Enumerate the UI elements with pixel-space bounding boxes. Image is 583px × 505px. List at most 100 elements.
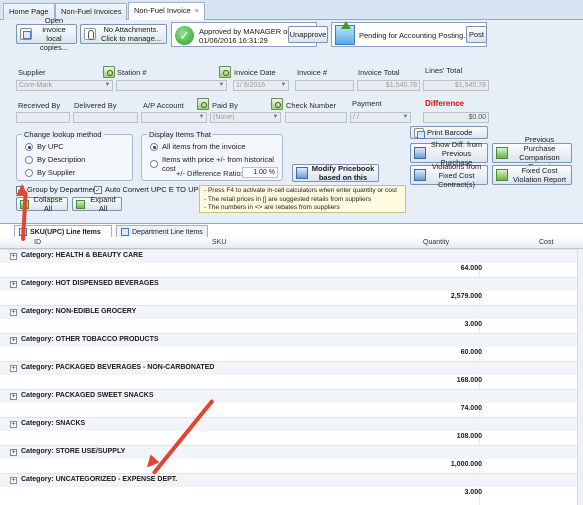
received-by-field[interactable] — [16, 112, 70, 123]
ap-account-lookup-icon[interactable] — [197, 98, 209, 110]
invoice-number-label: Invoice # — [297, 68, 328, 77]
chevron-down-icon: ▼ — [272, 114, 279, 120]
radio-all-items[interactable]: All items from the invoice — [150, 142, 245, 151]
ratio-field[interactable]: 1.00 % — [242, 167, 278, 178]
category-label: Category: NON-EDIBLE GROCERY — [21, 308, 137, 315]
previous-purchase-report-button[interactable]: Previous Purchase Comparison Report — [492, 135, 572, 171]
button-label: Collapse All — [33, 195, 63, 213]
quantity-total: 108.000 — [456, 433, 482, 440]
paid-by-field[interactable]: (None) ▼ — [210, 112, 281, 123]
lookup-method-group: Change lookup method By UPC By Descripti… — [16, 130, 133, 181]
violations-button[interactable]: Violations from Fixed Cost Contract(s) — [410, 162, 488, 189]
category-row[interactable]: + Category: STORE USE/SUPPLY — [0, 445, 583, 459]
pricebook-icon — [296, 167, 308, 179]
modify-pricebook-button[interactable]: Modify Pricebook based on this — [292, 164, 379, 182]
category-label: Category: HEALTH & BEAUTY CARE — [21, 252, 143, 259]
category-summary-row: 2,579.000$ — [0, 291, 583, 305]
expand-toggle-icon[interactable]: + — [10, 449, 17, 456]
open-invoice-copies-button[interactable]: Open invoice local copies... — [16, 16, 77, 52]
invoice-date-field[interactable]: 1/ 6/2016 ▼ — [233, 80, 289, 91]
radio-by-supplier[interactable]: By Supplier — [25, 168, 75, 177]
radio-icon — [150, 160, 158, 168]
display-items-group: Display Items That All items from the in… — [141, 130, 283, 181]
payment-date-field[interactable]: / / ▼ — [350, 112, 411, 123]
expand-toggle-icon[interactable]: + — [10, 337, 17, 344]
post-button[interactable]: Post — [466, 26, 487, 43]
button-label: Print Barcode — [427, 128, 473, 137]
check-number-field[interactable] — [285, 112, 347, 123]
category-label: Category: OTHER TOBACCO PRODUCTS — [21, 336, 159, 343]
group-title: Display Items That — [147, 130, 213, 139]
tab-label: Non-Fuel Invoice — [134, 6, 191, 15]
paid-by-lookup-icon[interactable] — [271, 98, 283, 110]
contract-icon — [414, 169, 426, 181]
delivered-by-field[interactable] — [73, 112, 138, 123]
quantity-total: 60.000 — [460, 349, 482, 356]
radio-icon — [25, 168, 33, 177]
category-summary-row: 64.000$ — [0, 263, 583, 277]
category-summary-row: 74.000$ — [0, 403, 583, 417]
station-field[interactable]: ▼ — [116, 80, 227, 91]
delivered-by-label: Delivered By — [74, 101, 117, 110]
ap-account-label: A/P Account — [143, 101, 184, 110]
ratio-label: +/- Difference Ratio: — [176, 169, 243, 178]
radio-by-description[interactable]: By Description — [25, 155, 85, 164]
close-icon[interactable]: × — [195, 8, 199, 15]
invoice-total-field[interactable]: $1,540.78 — [357, 80, 420, 91]
expand-toggle-icon[interactable]: + — [10, 421, 17, 428]
tab-non-fuel-invoice[interactable]: Non-Fuel Invoice × — [128, 2, 205, 21]
fixed-cost-report-button[interactable]: Fixed Cost Violation Report — [492, 165, 572, 185]
attachments-button[interactable]: No Attachments. Click to manage... — [80, 24, 167, 44]
expand-toggle-icon[interactable]: + — [10, 309, 17, 316]
category-row[interactable]: + Category: UNCATEGORIZED - EXPENSE DEPT. — [0, 473, 583, 487]
quantity-total: 1,000.000 — [450, 461, 482, 468]
button-label: Fixed Cost Violation Report — [512, 166, 567, 184]
category-row[interactable]: + Category: PACKAGED BEVERAGES - NON-CARB… — [0, 361, 583, 375]
supplier-lookup-icon[interactable] — [103, 66, 115, 78]
column-id[interactable]: ID — [34, 239, 41, 246]
supplier-field[interactable]: Core-Mark ▼ — [16, 80, 113, 91]
help-notes: - Press F4 to activate in-cell calculato… — [199, 185, 406, 213]
invoice-number-field[interactable] — [295, 80, 354, 91]
tab-label: Home Page — [9, 7, 49, 16]
note-line: - The retail prices in [] are suggested … — [204, 195, 372, 203]
expand-toggle-icon[interactable]: + — [10, 393, 17, 400]
copy-icon — [20, 28, 32, 40]
category-summary-row: 3.000$ — [0, 487, 583, 501]
line-items-grid: + Category: HEALTH & BEAUTY CARE 64.000$ + C… — [0, 249, 583, 505]
show-diff-button[interactable]: Show Diff. from Previous Purchase — [410, 140, 488, 167]
column-sku[interactable]: SKU — [212, 239, 226, 246]
expand-toggle-icon[interactable]: + — [10, 365, 17, 372]
upload-icon — [335, 21, 355, 45]
group-by-department-checkbox[interactable]: ✓ Group by Department — [16, 185, 99, 194]
print-barcode-button[interactable]: Print Barcode — [410, 126, 488, 139]
chevron-down-icon: ▼ — [402, 114, 409, 120]
category-row[interactable]: + Category: HEALTH & BEAUTY CARE — [0, 249, 583, 263]
unapprove-button[interactable]: Unapprove — [288, 26, 328, 43]
vertical-scrollbar[interactable] — [577, 249, 583, 505]
expand-toggle-icon[interactable]: + — [10, 281, 17, 288]
expand-toggle-icon[interactable]: + — [10, 477, 17, 484]
compare-icon — [414, 147, 426, 159]
category-row[interactable]: + Category: NON-EDIBLE GROCERY — [0, 305, 583, 319]
category-row[interactable]: + Category: OTHER TOBACCO PRODUCTS — [0, 333, 583, 347]
button-label: Modify Pricebook based on this — [311, 164, 375, 182]
column-cost[interactable]: Cost — [539, 239, 553, 246]
chevron-down-icon: ▼ — [280, 82, 287, 88]
paperclip-icon — [84, 28, 96, 40]
button-label: Open invoice local copies... — [40, 16, 68, 52]
expand-all-button[interactable]: Expand All — [72, 195, 122, 213]
quantity-total: 2,579.000 — [450, 293, 482, 300]
ap-account-field[interactable]: ▼ — [141, 112, 207, 123]
category-row[interactable]: + Category: SNACKS — [0, 417, 583, 431]
auto-convert-upc-checkbox[interactable]: ✓ Auto Convert UPC E TO UPC A — [94, 185, 211, 194]
category-row[interactable]: + Category: HOT DISPENSED BEVERAGES — [0, 277, 583, 291]
category-row[interactable]: + Category: PACKAGED SWEET SNACKS — [0, 389, 583, 403]
radio-by-upc[interactable]: By UPC — [25, 142, 64, 151]
chevron-down-icon: ▼ — [198, 114, 205, 120]
expand-toggle-icon[interactable]: + — [10, 253, 17, 260]
column-quantity[interactable]: Quantity — [423, 239, 449, 246]
station-lookup-icon[interactable] — [219, 66, 231, 78]
expand-icon — [76, 199, 85, 209]
approved-by-text: Approved by MANAGER on — [199, 27, 292, 36]
